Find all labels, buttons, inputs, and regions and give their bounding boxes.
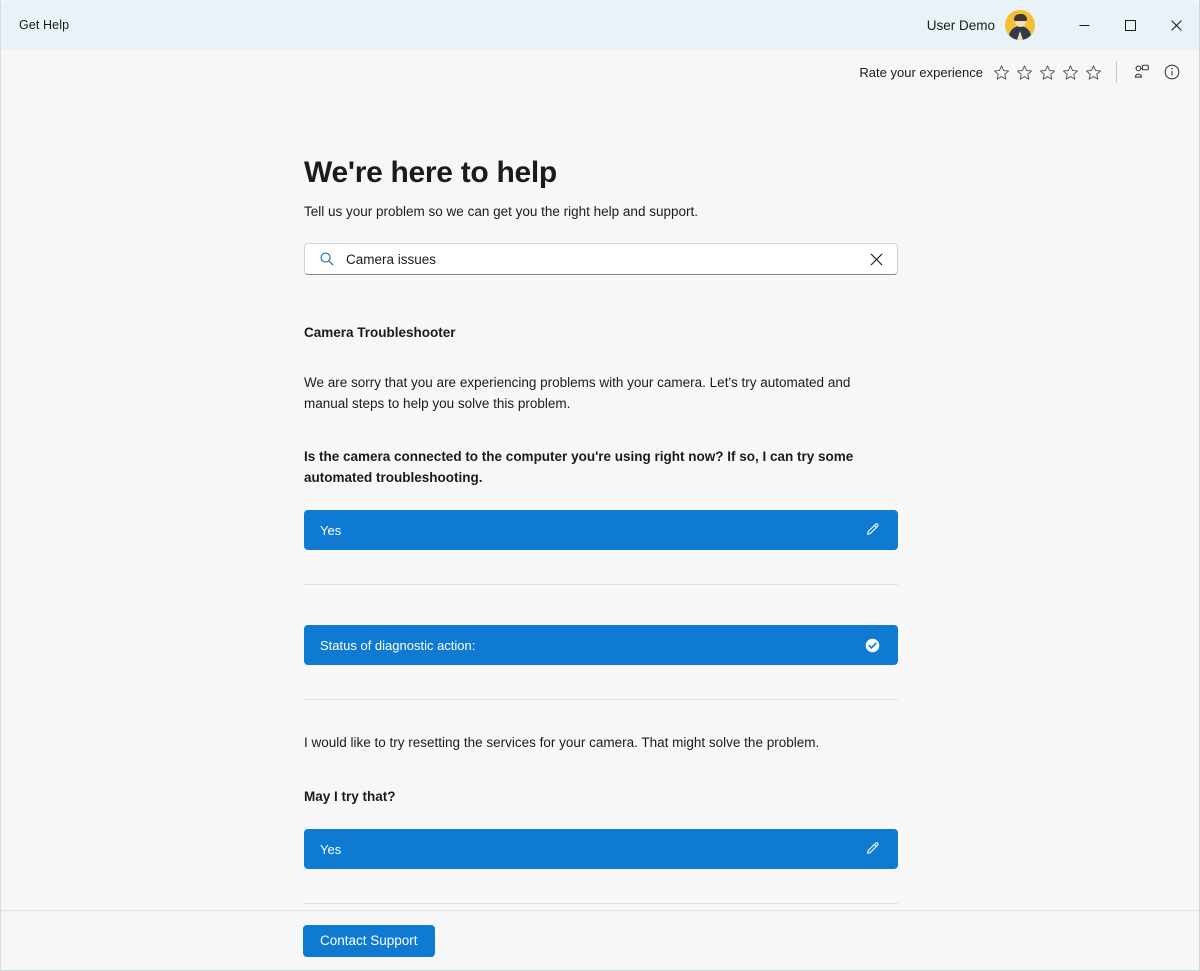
search-input[interactable] bbox=[346, 252, 863, 267]
app-title: Get Help bbox=[19, 18, 69, 32]
section-divider-2 bbox=[304, 699, 898, 700]
command-bar-divider bbox=[1116, 61, 1117, 83]
star-2-button[interactable] bbox=[1014, 59, 1035, 85]
answer-bar-1[interactable]: Yes bbox=[304, 510, 898, 550]
troubleshooter-question-1: Is the camera connected to the computer … bbox=[304, 447, 898, 488]
troubleshooter-paragraph-2: I would like to try resetting the servic… bbox=[304, 733, 898, 754]
page-title: We're here to help bbox=[304, 156, 898, 189]
account-area[interactable]: User Demo bbox=[927, 10, 1035, 40]
avatar[interactable] bbox=[1005, 10, 1035, 40]
clear-search-icon[interactable] bbox=[863, 246, 889, 272]
pencil-edit-icon[interactable] bbox=[862, 520, 882, 540]
contact-support-button[interactable]: Contact Support bbox=[303, 925, 435, 957]
status-bar-1[interactable]: Status of diagnostic action: bbox=[304, 625, 898, 665]
pencil-edit-icon[interactable] bbox=[862, 839, 882, 859]
maximize-button[interactable] bbox=[1107, 0, 1153, 50]
page-subtitle: Tell us your problem so we can get you t… bbox=[304, 204, 898, 219]
troubleshooter-question-2: May I try that? bbox=[304, 787, 898, 808]
content-scroll-area[interactable]: We're here to help Tell us your problem … bbox=[1, 94, 1199, 910]
star-rating[interactable] bbox=[991, 59, 1104, 85]
info-circle-icon[interactable] bbox=[1157, 57, 1187, 87]
search-icon bbox=[319, 251, 335, 267]
star-4-button[interactable] bbox=[1060, 59, 1081, 85]
avatar-hair bbox=[1014, 14, 1027, 21]
spacer-1 bbox=[304, 585, 898, 603]
command-bar: Rate your experience bbox=[1, 50, 1199, 94]
status-bar-1-label: Status of diagnostic action: bbox=[320, 638, 862, 653]
answer-bar-1-label: Yes bbox=[320, 523, 862, 538]
star-3-button[interactable] bbox=[1037, 59, 1058, 85]
get-help-window: Get Help User Demo bbox=[0, 0, 1200, 971]
troubleshooter-title: Camera Troubleshooter bbox=[304, 325, 898, 340]
close-button[interactable] bbox=[1153, 0, 1199, 50]
troubleshooter-paragraph-1: We are sorry that you are experiencing p… bbox=[304, 373, 898, 414]
star-1-button[interactable] bbox=[991, 59, 1012, 85]
title-bar: Get Help User Demo bbox=[1, 0, 1199, 50]
spacer-2 bbox=[304, 904, 898, 910]
account-name: User Demo bbox=[927, 18, 995, 33]
check-circle-icon bbox=[862, 635, 882, 655]
content-inner: We're here to help Tell us your problem … bbox=[304, 94, 898, 910]
answer-bar-2-label: Yes bbox=[320, 842, 862, 857]
star-5-button[interactable] bbox=[1083, 59, 1104, 85]
search-box[interactable] bbox=[304, 243, 898, 275]
organization-icon[interactable] bbox=[1127, 57, 1157, 87]
rate-experience-label: Rate your experience bbox=[859, 65, 983, 80]
answer-bar-2[interactable]: Yes bbox=[304, 829, 898, 869]
footer-bar: Contact Support bbox=[1, 910, 1199, 970]
minimize-button[interactable] bbox=[1061, 0, 1107, 50]
